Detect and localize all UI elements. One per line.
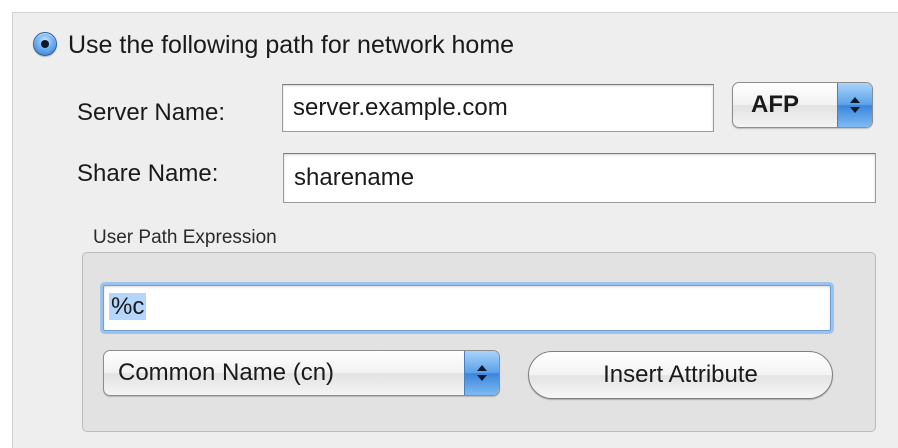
attribute-popup-value: Common Name (cn) xyxy=(118,359,335,386)
user-path-expression-field[interactable]: %c xyxy=(103,285,831,331)
user-path-group-title: User Path Expression xyxy=(93,227,277,248)
up-down-arrows-icon xyxy=(464,351,499,395)
attribute-popup[interactable]: Common Name (cn) xyxy=(103,350,500,396)
protocol-popup-value: AFP xyxy=(751,91,799,118)
server-name-field[interactable]: server.example.com xyxy=(282,84,714,132)
user-path-expression-value: %c xyxy=(109,293,147,320)
share-name-label: Share Name: xyxy=(77,160,219,187)
share-name-field[interactable]: sharename xyxy=(283,153,876,203)
user-path-groupbox xyxy=(82,252,876,432)
protocol-popup[interactable]: AFP xyxy=(732,82,873,128)
network-home-radio-label[interactable]: Use the following path for network home xyxy=(68,30,514,60)
up-down-arrows-icon xyxy=(837,83,872,127)
insert-attribute-button[interactable]: Insert Attribute xyxy=(528,351,833,399)
radio-selected-icon xyxy=(41,40,49,48)
network-home-radio[interactable] xyxy=(33,32,57,56)
server-name-label: Server Name: xyxy=(77,99,226,126)
